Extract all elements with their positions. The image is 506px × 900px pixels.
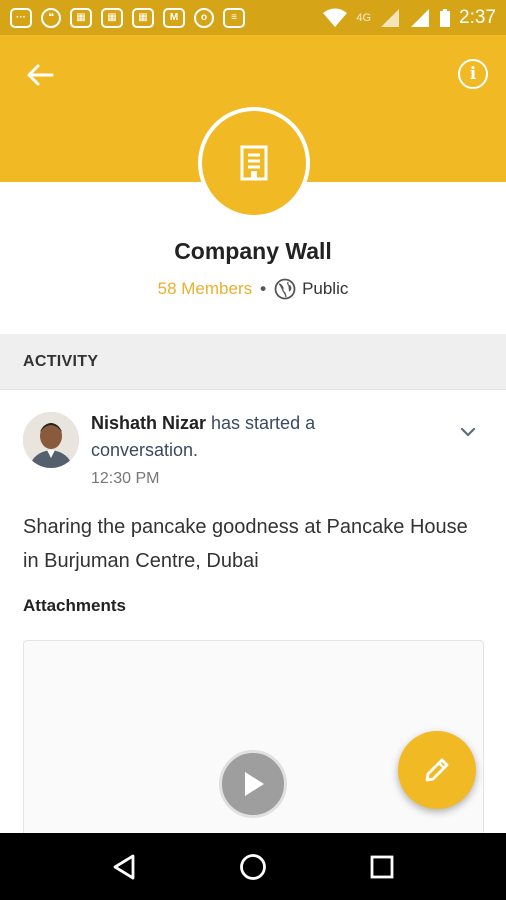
play-icon <box>245 772 264 796</box>
post-time: 12:30 PM <box>91 470 160 487</box>
calendar-icon: ▦ <box>132 7 154 28</box>
calendar-icon: ▦ <box>101 7 123 28</box>
post-options-button[interactable] <box>456 420 480 444</box>
author-name[interactable]: Nishath Nizar <box>91 413 206 433</box>
building-icon <box>240 145 268 181</box>
nav-home-button[interactable] <box>228 842 278 892</box>
group-meta: 58 Members • Public <box>0 278 506 300</box>
globe-icon <box>274 278 296 300</box>
screen: ··· ❝ ▦ ▦ ▦ M o ≡ 4G 2:37 i Company Wall… <box>0 0 506 900</box>
status-bar: ··· ❝ ▦ ▦ ▦ M o ≡ 4G 2:37 <box>0 0 506 35</box>
battery-icon <box>440 8 451 27</box>
compose-fab[interactable] <box>398 731 476 809</box>
signal-icon <box>381 8 400 27</box>
info-button[interactable]: i <box>458 59 488 89</box>
meta-separator: • <box>260 279 267 298</box>
group-avatar <box>198 107 310 219</box>
gmail-icon: M <box>163 7 185 28</box>
home-circle-icon <box>240 853 266 880</box>
play-button[interactable] <box>219 750 287 818</box>
signal-icon <box>411 8 430 27</box>
chevron-down-icon <box>460 427 476 437</box>
post-body: Sharing the pancake goodness at Pancake … <box>23 516 468 572</box>
olx-icon: o <box>194 7 214 28</box>
calendar-icon: ▦ <box>70 7 92 28</box>
clock: 2:37 <box>459 6 496 28</box>
members-count[interactable]: 58 Members <box>158 279 252 299</box>
nav-back-button[interactable] <box>99 842 149 892</box>
hangouts-icon: ❝ <box>41 7 61 28</box>
activity-section-header: ACTIVITY <box>0 334 506 390</box>
visibility-label: Public <box>302 279 349 298</box>
chat-icon: ··· <box>10 7 32 28</box>
author-avatar[interactable] <box>23 412 79 468</box>
back-triangle-icon <box>113 854 135 879</box>
group-title: Company Wall <box>174 238 332 264</box>
storage-icon: ≡ <box>223 7 245 28</box>
back-button[interactable] <box>22 57 58 93</box>
network-type: 4G <box>356 11 372 24</box>
info-icon: i <box>469 64 477 84</box>
system-nav-bar <box>0 833 506 900</box>
nav-recents-button[interactable] <box>357 842 407 892</box>
pencil-icon <box>425 758 449 782</box>
person-photo <box>23 412 79 468</box>
post-header: Nishath Nizar has started a conversation… <box>91 410 421 464</box>
attachments-label: Attachments <box>23 596 126 615</box>
arrow-left-icon <box>27 64 54 86</box>
wifi-icon <box>323 8 348 27</box>
recents-square-icon <box>370 855 394 878</box>
